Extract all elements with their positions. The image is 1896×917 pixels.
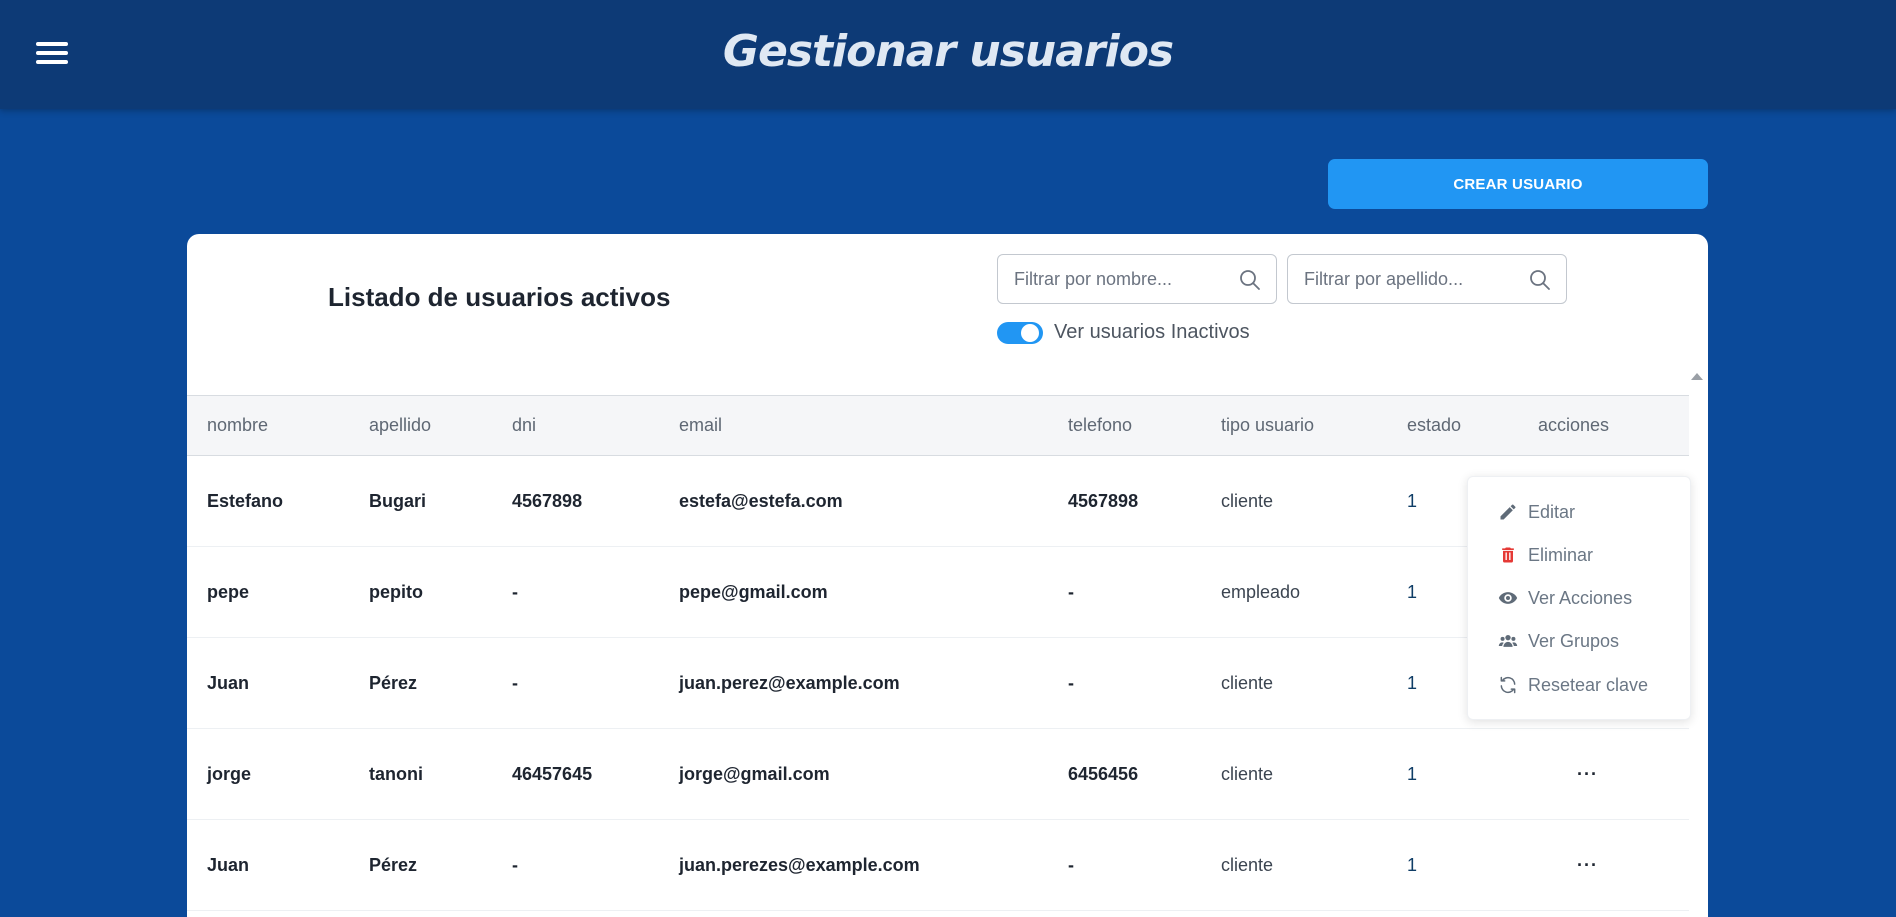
header-email[interactable]: email bbox=[679, 396, 722, 455]
cell-apellido: pepito bbox=[369, 581, 423, 602]
cell-dni: - bbox=[512, 581, 518, 602]
header-apellido[interactable]: apellido bbox=[369, 396, 431, 455]
table-row: jorge tanoni 46457645 jorge@gmail.com 64… bbox=[187, 729, 1689, 820]
pencil-icon bbox=[1500, 504, 1516, 520]
page-title: Gestionar usuarios bbox=[722, 26, 1174, 77]
header-acciones: acciones bbox=[1538, 415, 1610, 435]
cell-telefono: - bbox=[1068, 854, 1074, 875]
list-title: Listado de usuarios activos bbox=[328, 282, 671, 312]
cell-dni: 4567898 bbox=[512, 490, 583, 511]
menu-item-label: Resetear clave bbox=[1528, 674, 1649, 695]
row-actions-button[interactable]: ··· bbox=[1577, 820, 1598, 910]
menu-item-label: Eliminar bbox=[1528, 544, 1594, 565]
cell-telefono: - bbox=[1068, 581, 1074, 602]
cell-telefono: 4567898 bbox=[1068, 490, 1139, 511]
menu-item-eliminar[interactable]: Eliminar bbox=[1498, 540, 1593, 570]
header-estado[interactable]: estado bbox=[1407, 396, 1461, 455]
cell-nombre: Juan bbox=[207, 672, 250, 693]
cell-tipo-usuario: cliente bbox=[1221, 854, 1274, 875]
cell-tipo-usuario: cliente bbox=[1221, 490, 1274, 511]
cell-estado: 1 bbox=[1407, 490, 1418, 511]
top-bar: Gestionar usuarios bbox=[0, 0, 1896, 109]
menu-item-resetear-clave[interactable]: Resetear clave bbox=[1498, 670, 1648, 700]
cell-tipo-usuario: cliente bbox=[1221, 763, 1274, 784]
filter-apellido-input[interactable] bbox=[1304, 255, 1524, 303]
table-row: Juan Pérez - juan.perezes@example.com - … bbox=[187, 820, 1689, 911]
menu-item-ver-acciones[interactable]: Ver Acciones bbox=[1498, 583, 1632, 613]
table-header: nombre apellido dni email telefono tipo … bbox=[187, 395, 1689, 456]
header-nombre[interactable]: nombre bbox=[207, 396, 268, 455]
create-user-button[interactable]: CREAR USUARIO bbox=[1328, 159, 1708, 209]
eye-icon bbox=[1498, 592, 1518, 604]
trash-icon bbox=[1502, 547, 1514, 563]
table-row: pepe pepito - pepe@gmail.com - empleado … bbox=[187, 547, 1689, 638]
cell-dni: - bbox=[512, 854, 518, 875]
table-row: Juan Pérez - juan.perez@example.com - cl… bbox=[187, 638, 1689, 729]
inactive-users-toggle[interactable] bbox=[997, 322, 1043, 344]
row-actions-menu: Editar Eliminar Ver Acciones Ver Grupos bbox=[1467, 476, 1691, 720]
menu-item-label: Editar bbox=[1528, 501, 1576, 522]
cell-dni: 46457645 bbox=[512, 763, 593, 784]
users-icon bbox=[1498, 635, 1518, 647]
table-row: Estefano Bugari 4567898 estefa@estefa.co… bbox=[187, 456, 1689, 547]
menu-item-label: Ver Grupos bbox=[1528, 630, 1620, 651]
cell-email: juan.perez@example.com bbox=[679, 672, 900, 693]
cell-estado: 1 bbox=[1407, 581, 1418, 602]
cell-email: juan.perezes@example.com bbox=[679, 854, 920, 875]
menu-item-ver-grupos[interactable]: Ver Grupos bbox=[1498, 626, 1619, 656]
row-actions-button[interactable]: ··· bbox=[1577, 729, 1598, 819]
cell-dni: - bbox=[512, 672, 518, 693]
cell-nombre: Estefano bbox=[207, 490, 284, 511]
menu-item-editar[interactable]: Editar bbox=[1498, 497, 1575, 527]
cell-apellido: tanoni bbox=[369, 763, 423, 784]
header-dni[interactable]: dni bbox=[512, 396, 536, 455]
cell-telefono: - bbox=[1068, 672, 1074, 693]
cell-nombre: pepe bbox=[207, 581, 250, 602]
filter-nombre-input[interactable] bbox=[1014, 255, 1234, 303]
refresh-icon bbox=[1500, 676, 1516, 694]
cell-nombre: jorge bbox=[207, 763, 252, 784]
cell-apellido: Bugari bbox=[369, 490, 427, 511]
cell-email: estefa@estefa.com bbox=[679, 490, 843, 511]
filter-nombre-field[interactable] bbox=[997, 254, 1277, 304]
cell-estado: 1 bbox=[1407, 672, 1418, 693]
cell-telefono: 6456456 bbox=[1068, 763, 1139, 784]
toggle-label: Ver usuarios Inactivos bbox=[1054, 321, 1250, 343]
cell-apellido: Pérez bbox=[369, 854, 418, 875]
header-tipo-usuario[interactable]: tipo usuario bbox=[1221, 396, 1314, 455]
users-table: nombre apellido dni email telefono tipo … bbox=[187, 395, 1689, 911]
search-icon[interactable] bbox=[1528, 268, 1552, 292]
search-icon[interactable] bbox=[1238, 268, 1262, 292]
header-telefono[interactable]: telefono bbox=[1068, 396, 1132, 455]
filter-apellido-field[interactable] bbox=[1287, 254, 1567, 304]
cell-estado: 1 bbox=[1407, 854, 1418, 875]
menu-item-label: Ver Acciones bbox=[1528, 587, 1633, 608]
scroll-up-arrow-icon[interactable] bbox=[1691, 373, 1703, 380]
cell-email: pepe@gmail.com bbox=[679, 581, 828, 602]
cell-tipo-usuario: cliente bbox=[1221, 672, 1274, 693]
cell-apellido: Pérez bbox=[369, 672, 418, 693]
cell-nombre: Juan bbox=[207, 854, 250, 875]
cell-estado: 1 bbox=[1407, 763, 1418, 784]
cell-email: jorge@gmail.com bbox=[679, 763, 830, 784]
cell-tipo-usuario: empleado bbox=[1221, 581, 1301, 602]
